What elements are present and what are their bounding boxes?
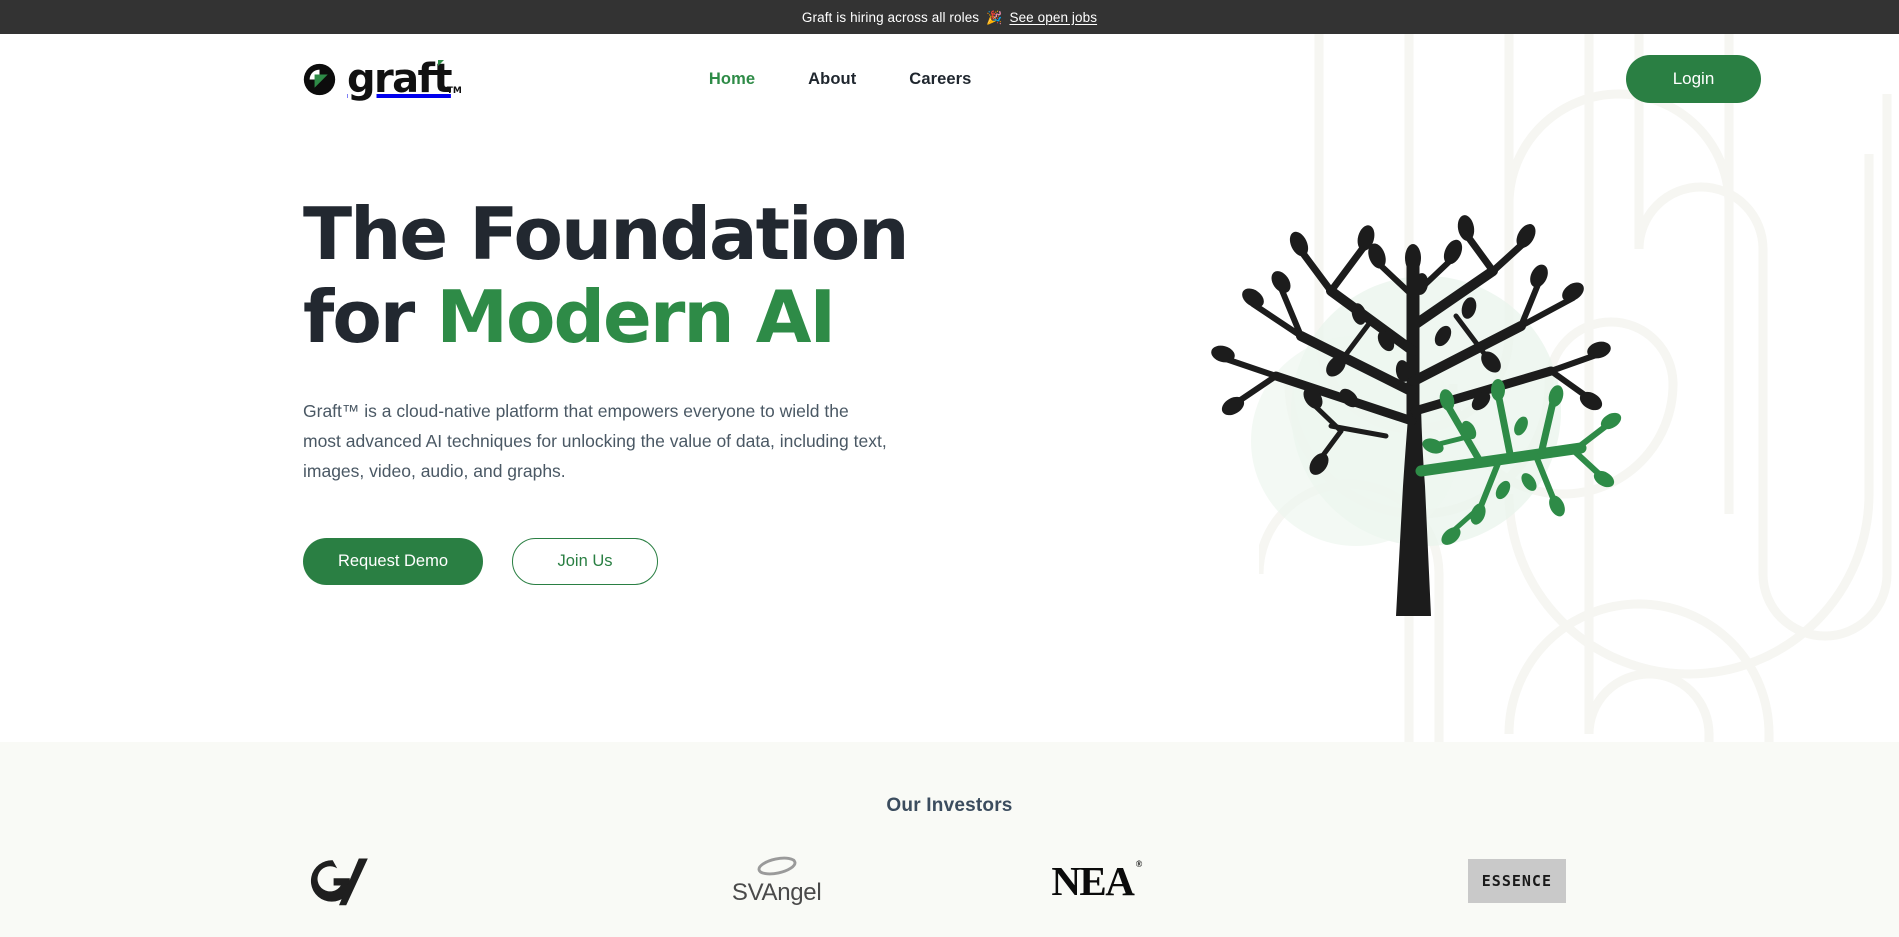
investors-logo-row: SVAngel NEA ® ESSENCE (0, 817, 1899, 909)
grafted-tree-illustration-icon (1211, 215, 1622, 616)
hero-illustration (923, 124, 1899, 742)
graft-trademark-symbol: TM (446, 86, 462, 96)
announcement-text: Graft is hiring across all roles (801, 9, 980, 25)
hero-headline: The Foundation for Modern AI (303, 193, 943, 359)
svangel-logo-icon: SVAngel (732, 856, 822, 907)
main-navigation: Home About Careers (709, 70, 972, 89)
hero-headline-line2-plain: for (303, 274, 437, 359)
see-open-jobs-link[interactable]: See open jobs (1009, 10, 1097, 25)
graft-green-accent-icon (437, 60, 444, 66)
request-demo-button[interactable]: Request Demo (303, 537, 483, 585)
hero-copy: The Foundation for Modern AI Graft™ is a… (303, 124, 943, 742)
gv-logo-icon (303, 853, 375, 909)
graft-wordmark: graft TM (347, 56, 462, 102)
nea-logo-icon: NEA ® (1051, 857, 1142, 905)
nav-item-about[interactable]: About (808, 70, 856, 89)
announcement-banner: Graft is hiring across all roles 🎉 See o… (0, 0, 1899, 34)
investor-gv (303, 853, 619, 909)
investor-nea: NEA ® (935, 857, 1251, 905)
join-us-button[interactable]: Join Us (512, 537, 658, 585)
nav-item-home[interactable]: Home (709, 70, 755, 89)
investor-svangel: SVAngel (619, 856, 935, 907)
hero-headline-line1: The Foundation (303, 192, 909, 276)
nea-registered-mark: ® (1135, 859, 1143, 869)
graft-wordmark-text: graft (347, 56, 452, 102)
site-header: graft TM Home About Careers Login (0, 34, 1899, 124)
svangel-wordmark: SVAngel (731, 878, 822, 906)
investors-title: Our Investors (886, 795, 1013, 816)
login-button[interactable]: Login (1626, 55, 1761, 103)
svangel-halo-icon (752, 856, 802, 881)
hero-cta-group: Request Demo Join Us (303, 537, 943, 585)
nea-wordmark: NEA (1051, 858, 1135, 904)
nav-item-careers[interactable]: Careers (909, 70, 971, 89)
investor-essence: ESSENCE (1250, 859, 1596, 903)
hero-section: The Foundation for Modern AI Graft™ is a… (0, 124, 1899, 742)
essence-logo-icon: ESSENCE (1467, 859, 1566, 903)
hero-subtitle: Graft™ is a cloud-native platform that e… (303, 400, 887, 481)
party-popper-icon: 🎉 (986, 9, 1003, 25)
graft-logo[interactable]: graft TM (303, 56, 462, 102)
page-body: graft TM Home About Careers Login The Fo… (0, 34, 1899, 937)
graft-circle-triangle-logo-icon (303, 63, 336, 96)
hero-headline-accent: Modern AI (436, 274, 836, 359)
investors-section: Our Investors SVAngel NEA ® ESSENCE (0, 742, 1899, 937)
